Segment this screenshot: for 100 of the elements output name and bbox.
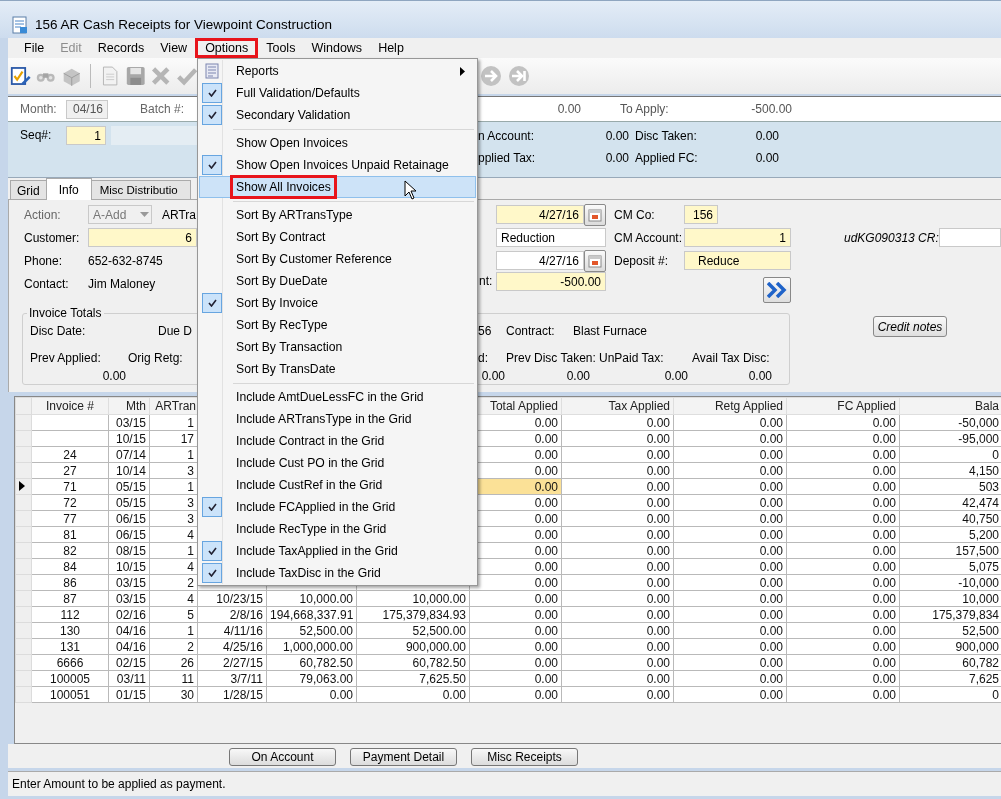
form-icon <box>12 15 28 34</box>
total-value: 0.00 <box>663 368 688 383</box>
column-header[interactable]: FC Applied <box>786 397 900 415</box>
total-value: 0.00 <box>480 368 505 383</box>
menu-item[interactable]: Reports <box>199 60 476 82</box>
action-button[interactable]: Misc Receipts <box>471 748 578 766</box>
checkbox[interactable] <box>202 83 222 103</box>
cr-field[interactable] <box>939 228 1001 247</box>
menu-item[interactable]: Sort By Contract <box>199 226 476 248</box>
action-dropdown[interactable]: A-Add <box>88 205 152 224</box>
total-value: 0.00 <box>754 151 780 165</box>
field-label: Prev Disc Taken: <box>506 351 597 365</box>
delete-icon[interactable] <box>150 64 172 88</box>
checkbox[interactable] <box>202 155 222 175</box>
checkbox[interactable] <box>202 563 222 583</box>
save-icon[interactable] <box>124 64 147 88</box>
check-icon <box>207 503 217 511</box>
calendar-icon <box>588 253 602 268</box>
checklist-icon[interactable] <box>10 64 32 88</box>
date-field[interactable]: 4/27/16 <box>496 205 584 224</box>
window-title: 156 AR Cash Receipts for Viewpoint Construction <box>35 17 332 32</box>
action-button[interactable]: Payment Detail <box>350 748 457 766</box>
menu-item[interactable]: Sort By Transaction <box>199 336 476 358</box>
check-icon <box>207 111 217 119</box>
field-label: Customer: <box>24 230 81 245</box>
column-header[interactable]: Bala <box>899 397 1001 415</box>
field-label: Avail Tax Disc: <box>692 351 770 365</box>
tab[interactable]: Misc Distributio <box>90 180 191 199</box>
checkbox[interactable] <box>202 541 222 561</box>
calendar-button[interactable] <box>584 249 606 272</box>
amount-value: 0.00 <box>556 102 581 116</box>
description-field[interactable] <box>111 126 197 145</box>
amount-field[interactable]: -500.00 <box>496 272 606 291</box>
field-label: Applied FC: <box>635 151 699 165</box>
customer-field[interactable]: 6 <box>88 228 197 247</box>
checkbox[interactable] <box>202 105 222 125</box>
menu-item[interactable]: Tools <box>258 38 304 58</box>
seq-field[interactable]: 1 <box>66 126 106 145</box>
menu-item[interactable]: Sort By TransDate <box>199 358 476 380</box>
calendar-icon <box>588 207 602 222</box>
next-button[interactable] <box>763 277 791 303</box>
mouse-pointer-icon <box>404 180 417 200</box>
column-header[interactable]: Mth <box>108 397 150 415</box>
cm-co-field[interactable]: 156 <box>684 205 718 224</box>
to-apply-value: -500.00 <box>750 102 792 116</box>
cm-account-field[interactable]: 1 <box>684 228 791 247</box>
field-label: Seq#: <box>20 127 53 144</box>
menu-item[interactable]: Sort By Invoice <box>199 292 476 314</box>
menu-item[interactable]: Records <box>89 38 153 58</box>
check-icon <box>207 161 217 169</box>
total-value: 0.00 <box>604 151 630 165</box>
menu-item[interactable]: Secondary Validation <box>199 104 476 126</box>
calendar-button[interactable] <box>584 203 606 226</box>
menu-item[interactable]: Sort By Customer Reference <box>199 248 476 270</box>
menu-item[interactable]: Windows <box>303 38 371 58</box>
field-label: ARTra <box>162 207 196 222</box>
total-value: 0.00 <box>604 129 630 143</box>
field-label: 56 <box>478 324 493 338</box>
double-chevron-icon <box>767 282 787 298</box>
total-value: 0.00 <box>754 129 780 143</box>
field-label: UnPaid Tax: <box>599 351 665 365</box>
field-label: CM Account: <box>614 230 684 245</box>
checkbox[interactable] <box>202 293 222 313</box>
field-label: Deposit #: <box>614 253 670 268</box>
checkbox[interactable] <box>202 497 222 517</box>
column-header[interactable]: Invoice # <box>31 397 109 415</box>
menu-item[interactable]: Full Validation/Defaults <box>199 82 476 104</box>
contact-name: Jim Maloney <box>88 276 157 291</box>
menu-item[interactable]: Sort By ARTransType <box>199 204 476 226</box>
menu-item[interactable]: File <box>16 38 53 58</box>
menu-item[interactable]: View <box>152 38 196 58</box>
field-label: Action: <box>24 207 62 222</box>
field-label: d: <box>478 351 489 365</box>
menu-item[interactable]: Help <box>370 38 412 58</box>
column-header[interactable]: ARTran <box>149 397 198 415</box>
check-icon <box>207 299 217 307</box>
description-field[interactable]: Reduction <box>496 228 606 247</box>
date-field[interactable]: 4/27/16 <box>496 251 584 270</box>
field-label: CM Co: <box>614 207 656 222</box>
menu-item[interactable]: Sort By RecType <box>199 314 476 336</box>
tab[interactable]: Grid <box>10 180 47 199</box>
deposit-field[interactable]: Reduce <box>684 251 791 270</box>
field-label: Orig Retg: <box>128 351 183 365</box>
status-bar: Enter Amount to be applied as payment. <box>8 771 1001 796</box>
tab[interactable]: Info <box>45 178 92 200</box>
field-label: Month: <box>20 102 58 116</box>
action-button[interactable]: On Account <box>229 748 336 766</box>
credit-notes-button[interactable]: Credit notes <box>873 316 947 337</box>
column-header[interactable]: Retg Applied <box>673 397 787 415</box>
month-field: 04/16 <box>66 99 108 119</box>
menu-item[interactable]: Options <box>195 38 259 58</box>
check-icon <box>207 89 217 97</box>
check-icon <box>207 547 217 555</box>
menu-item[interactable]: Show Open Invoices <box>199 132 476 154</box>
column-header[interactable]: Tax Applied <box>561 397 674 415</box>
menu-item[interactable]: Sort By DueDate <box>199 270 476 292</box>
menu-item[interactable]: Show All Invoices <box>199 176 476 198</box>
submenu-arrow-icon <box>460 67 465 76</box>
field-label: Disc Date: <box>30 324 87 338</box>
menu-item[interactable]: Show Open Invoices Unpaid Retainage <box>199 154 476 176</box>
